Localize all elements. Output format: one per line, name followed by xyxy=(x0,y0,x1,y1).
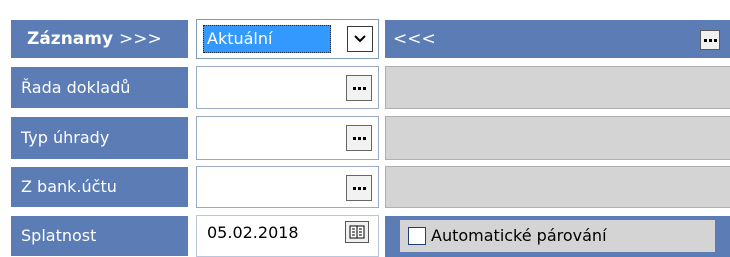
document-series-field[interactable] xyxy=(196,66,379,109)
document-series-label: Řada dokladů xyxy=(10,66,189,109)
records-header-right: <<< xyxy=(385,19,730,59)
document-series-picker-button[interactable] xyxy=(346,75,372,101)
auto-pairing-label[interactable]: Automatické párování xyxy=(431,226,607,245)
ellipsis-icon xyxy=(701,31,719,49)
bank-account-label-text: Z bank.účtu xyxy=(21,177,117,196)
records-filter-value: Aktuální xyxy=(203,25,331,53)
due-date-field[interactable]: 05.02.2018 xyxy=(196,215,379,257)
bank-account-picker-button[interactable] xyxy=(346,175,372,201)
bank-account-field[interactable] xyxy=(196,166,379,208)
dropdown-button[interactable] xyxy=(347,26,373,52)
right-arrows: <<< xyxy=(393,29,436,49)
payment-type-label-text: Typ úhrady xyxy=(21,128,110,147)
payment-type-picker-button[interactable] xyxy=(346,125,372,151)
form-panel: Záznamy >>> Aktuální <<< Řada dokladů Ty… xyxy=(0,0,730,257)
records-arrows: >>> xyxy=(118,29,162,49)
document-series-description xyxy=(385,66,730,109)
due-date-label: Splatnost xyxy=(10,215,189,257)
auto-pairing-panel: Automatické párování xyxy=(400,220,715,252)
ellipsis-icon xyxy=(352,86,366,90)
calendar-icon xyxy=(349,225,365,239)
payment-type-field[interactable] xyxy=(196,116,379,160)
ellipsis-icon xyxy=(352,136,366,140)
calendar-button[interactable] xyxy=(345,221,369,243)
records-header: Záznamy >>> xyxy=(10,19,189,59)
auto-pairing-checkbox[interactable] xyxy=(408,227,426,245)
ellipsis-icon xyxy=(352,186,366,190)
auto-pairing-area: Automatické párování xyxy=(385,215,730,257)
due-date-label-text: Splatnost xyxy=(21,226,97,245)
due-date-value: 05.02.2018 xyxy=(207,223,299,242)
payment-type-label: Typ úhrady xyxy=(10,116,189,160)
chevron-down-icon xyxy=(354,35,366,43)
bank-account-label: Z bank.účtu xyxy=(10,166,189,208)
records-filter-select[interactable]: Aktuální xyxy=(196,19,379,59)
bank-account-description xyxy=(385,166,730,208)
document-series-label-text: Řada dokladů xyxy=(21,78,131,97)
header-more-button[interactable] xyxy=(700,30,720,50)
records-label: Záznamy xyxy=(27,29,114,49)
payment-type-description xyxy=(385,116,730,160)
